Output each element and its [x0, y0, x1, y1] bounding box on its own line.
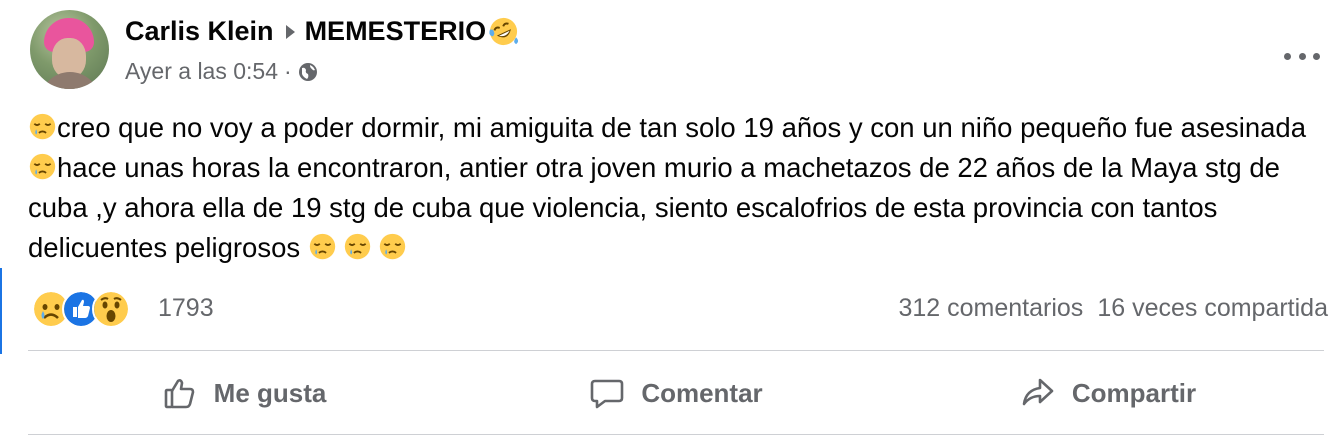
share-arrow-icon [1022, 378, 1054, 406]
post-header: Carlis Klein MEMESTERIO Ayer a las 0:54 … [28, 10, 1328, 90]
reactions-bar: 1793 312 comentarios 16 veces compartida [28, 288, 1328, 328]
like-button[interactable]: Me gusta [28, 360, 460, 426]
globe-icon[interactable] [298, 62, 318, 82]
selection-edge [0, 268, 2, 354]
sleepy-face-icon [309, 233, 335, 260]
divider [28, 434, 1324, 435]
post-body: creo que no voy a poder dormir, mi amigu… [28, 108, 1328, 268]
author-line: Carlis Klein MEMESTERIO [125, 16, 519, 47]
share-label: Compartir [1071, 377, 1197, 408]
rofl-emoji-icon [489, 17, 519, 46]
comment-label: Comentar [641, 377, 763, 408]
thumbs-up-icon [164, 379, 194, 409]
avatar[interactable] [30, 10, 109, 89]
post-text-part-1: creo que no voy a poder dormir, mi amigu… [57, 112, 1307, 143]
author-name[interactable]: Carlis Klein [125, 16, 274, 47]
group-name[interactable]: MEMESTERIO [305, 16, 487, 47]
sleepy-face-icon [344, 233, 370, 260]
share-button[interactable]: Compartir [892, 360, 1324, 426]
wow-reaction-icon [92, 290, 130, 328]
like-label: Me gusta [213, 377, 327, 408]
sleepy-face-icon [29, 153, 56, 180]
comment-icon [591, 379, 624, 409]
caret-right-icon [285, 24, 295, 39]
reaction-icons[interactable] [32, 290, 130, 328]
comment-button[interactable]: Comentar [460, 360, 892, 426]
action-bar: Me gusta Comentar Compartir [28, 360, 1324, 426]
post-text-part-2: hace unas horas la encontraron, antier o… [28, 152, 1280, 263]
sleepy-face-icon [29, 113, 56, 140]
comments-count[interactable]: 312 comentarios [898, 294, 1083, 322]
meta-separator: · [284, 58, 292, 84]
sleepy-face-icon [379, 233, 405, 260]
post-card: Carlis Klein MEMESTERIO Ayer a las 0:54 … [28, 0, 1328, 440]
timestamp[interactable]: Ayer a las 0:54 [125, 58, 278, 85]
shares-count[interactable]: 16 veces compartida [1097, 294, 1328, 322]
engagement-counts: 312 comentarios 16 veces compartida [898, 294, 1328, 323]
reaction-count[interactable]: 1793 [158, 294, 214, 323]
more-options-icon[interactable] [1284, 46, 1320, 66]
divider [28, 350, 1324, 351]
post-meta: Ayer a las 0:54 · [125, 58, 318, 85]
